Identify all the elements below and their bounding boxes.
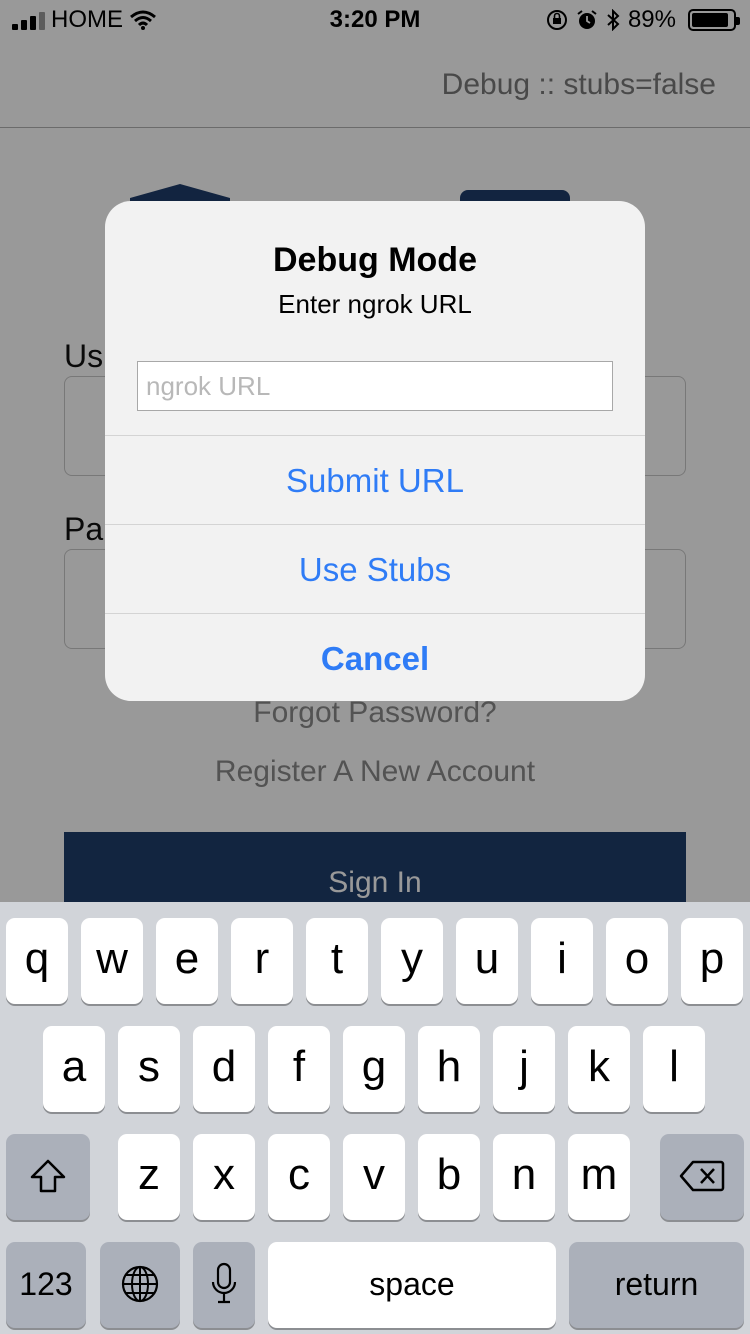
key-a[interactable]: a xyxy=(43,1026,105,1112)
key-q[interactable]: q xyxy=(6,918,68,1004)
key-b[interactable]: b xyxy=(418,1134,480,1220)
key-c[interactable]: c xyxy=(268,1134,330,1220)
key-z[interactable]: z xyxy=(118,1134,180,1220)
key-x[interactable]: x xyxy=(193,1134,255,1220)
key-s[interactable]: s xyxy=(118,1026,180,1112)
key-p[interactable]: p xyxy=(681,918,743,1004)
cancel-button[interactable]: Cancel xyxy=(105,614,645,701)
key-r[interactable]: r xyxy=(231,918,293,1004)
delete-icon xyxy=(679,1160,725,1192)
shift-key[interactable] xyxy=(6,1134,90,1220)
key-u[interactable]: u xyxy=(456,918,518,1004)
key-e[interactable]: e xyxy=(156,918,218,1004)
key-m[interactable]: m xyxy=(568,1134,630,1220)
space-key[interactable]: space xyxy=(268,1242,556,1328)
return-key[interactable]: return xyxy=(569,1242,744,1328)
use-stubs-button[interactable]: Use Stubs xyxy=(105,525,645,613)
key-v[interactable]: v xyxy=(343,1134,405,1220)
key-k[interactable]: k xyxy=(568,1026,630,1112)
delete-key[interactable] xyxy=(660,1134,744,1220)
microphone-icon xyxy=(211,1262,237,1304)
submit-url-button[interactable]: Submit URL xyxy=(105,436,645,524)
key-n[interactable]: n xyxy=(493,1134,555,1220)
key-w[interactable]: w xyxy=(81,918,143,1004)
key-o[interactable]: o xyxy=(606,918,668,1004)
key-y[interactable]: y xyxy=(381,918,443,1004)
key-l[interactable]: l xyxy=(643,1026,705,1112)
key-t[interactable]: t xyxy=(306,918,368,1004)
alert-message: Enter ngrok URL xyxy=(278,289,472,319)
alert-title: Debug Mode xyxy=(273,241,477,279)
key-j[interactable]: j xyxy=(493,1026,555,1112)
key-h[interactable]: h xyxy=(418,1026,480,1112)
key-f[interactable]: f xyxy=(268,1026,330,1112)
keyboard: q w e r t y u i o p a s d f g h j k l z … xyxy=(0,902,750,1334)
debug-mode-alert: Debug Mode Enter ngrok URL Submit URL Us… xyxy=(105,201,645,701)
globe-icon xyxy=(121,1265,159,1303)
globe-key[interactable] xyxy=(100,1242,180,1328)
dictation-key[interactable] xyxy=(193,1242,255,1328)
key-g[interactable]: g xyxy=(343,1026,405,1112)
ngrok-url-input[interactable] xyxy=(137,361,613,411)
key-i[interactable]: i xyxy=(531,918,593,1004)
key-d[interactable]: d xyxy=(193,1026,255,1112)
numbers-key[interactable]: 123 xyxy=(6,1242,86,1328)
shift-icon xyxy=(30,1159,66,1193)
